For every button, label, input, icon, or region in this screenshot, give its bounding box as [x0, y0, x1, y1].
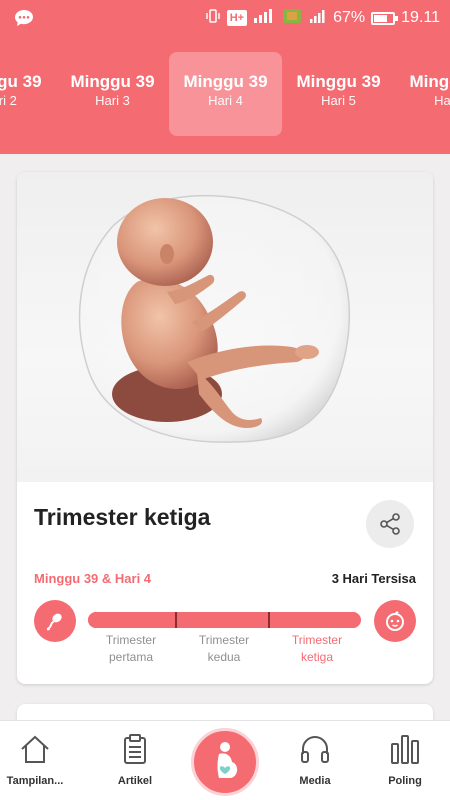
sperm-icon: [46, 613, 62, 631]
center-pregnancy-button[interactable]: [191, 728, 259, 796]
day-tab-day: Hari 6: [434, 93, 450, 108]
battery-percent: 67%: [333, 9, 366, 26]
start-icon-circle: [34, 600, 76, 642]
status-bar: H+ 67% 19.11: [0, 0, 450, 36]
nav-item-media[interactable]: Media: [270, 729, 360, 787]
day-tab-day: Hari 2: [0, 93, 17, 108]
chat-notification-icon: [15, 10, 33, 26]
day-tab-week: Minggu 39: [70, 72, 155, 91]
progress-fill: [88, 612, 356, 628]
battery-icon: [371, 11, 399, 25]
clipboard-icon: [124, 734, 146, 764]
day-tab[interactable]: Minggu 39 Hari 2: [0, 52, 56, 136]
progress-divider: [175, 612, 177, 628]
nav-label-artikel: Artikel: [117, 775, 153, 787]
fetus-illustration: [17, 172, 433, 482]
nav-label-poling: Poling: [388, 775, 422, 787]
progress-divider: [268, 612, 270, 628]
trimester-label-third: Trimester ketiga: [291, 633, 343, 664]
clock: 19.11: [401, 9, 440, 26]
nav-item-artikel[interactable]: Artikel: [90, 729, 180, 787]
day-tabs: Minggu 39 Hari 2 Minggu 39 Hari 3 Minggu 39 H…: [0, 52, 450, 136]
share-button[interactable]: [366, 500, 414, 548]
day-tab[interactable]: Minggu 39 Hari 5: [282, 52, 395, 136]
days-remaining: 3 Hari Tersisa: [331, 571, 416, 586]
day-tabs-bar: Minggu 39 Hari 2 Minggu 39 Hari 3 Minggu 39 H…: [0, 36, 450, 154]
day-tab-day: Hari 4: [208, 93, 243, 108]
nav-item-home[interactable]: Tampilan...: [0, 729, 80, 787]
end-icon-circle: [374, 600, 416, 642]
sim-icon: [281, 7, 303, 30]
baby-face-icon: [386, 611, 404, 631]
pregnancy-progress-bar: [88, 612, 361, 628]
day-tab-week: Minggu 39: [296, 72, 381, 91]
day-tab-week: Minggu 39: [409, 72, 450, 91]
pregnancy-card: Trimester ketiga Minggu 39 & Hari 4 3 Ha…: [17, 172, 433, 684]
day-tab-week: Minggu 39: [0, 72, 42, 91]
nav-item-poling[interactable]: Poling: [360, 729, 450, 787]
signal-2-icon: [309, 8, 327, 29]
headphones-icon: [301, 736, 329, 763]
signal-icon: [253, 8, 275, 29]
bar-chart-icon: [391, 735, 419, 764]
nav-label-home: Tampilan...: [6, 775, 64, 787]
week-day-info: Minggu 39 & Hari 4: [34, 571, 152, 586]
day-tab[interactable]: Minggu 39 Hari 3: [56, 52, 169, 136]
day-tab-day: Hari 3: [95, 93, 130, 108]
nav-label-media: Media: [299, 775, 331, 787]
share-icon: [380, 513, 400, 535]
day-tab[interactable]: Minggu 39 Hari 4: [169, 52, 282, 136]
home-icon: [21, 735, 49, 763]
trimester-label-second: Trimester kedua: [198, 633, 250, 664]
pregnancy-icon: [217, 742, 238, 778]
day-tab-day: Hari 5: [321, 93, 356, 108]
network-type-badge: H+: [226, 10, 248, 26]
day-tab-week: Minggu 39: [183, 72, 268, 91]
trimester-label-first: Trimester pertama: [105, 633, 157, 664]
day-tab[interactable]: Minggu 39 Hari 6: [395, 52, 450, 136]
vibrate-icon: [205, 8, 221, 29]
trimester-title: Trimester ketiga: [34, 504, 211, 530]
